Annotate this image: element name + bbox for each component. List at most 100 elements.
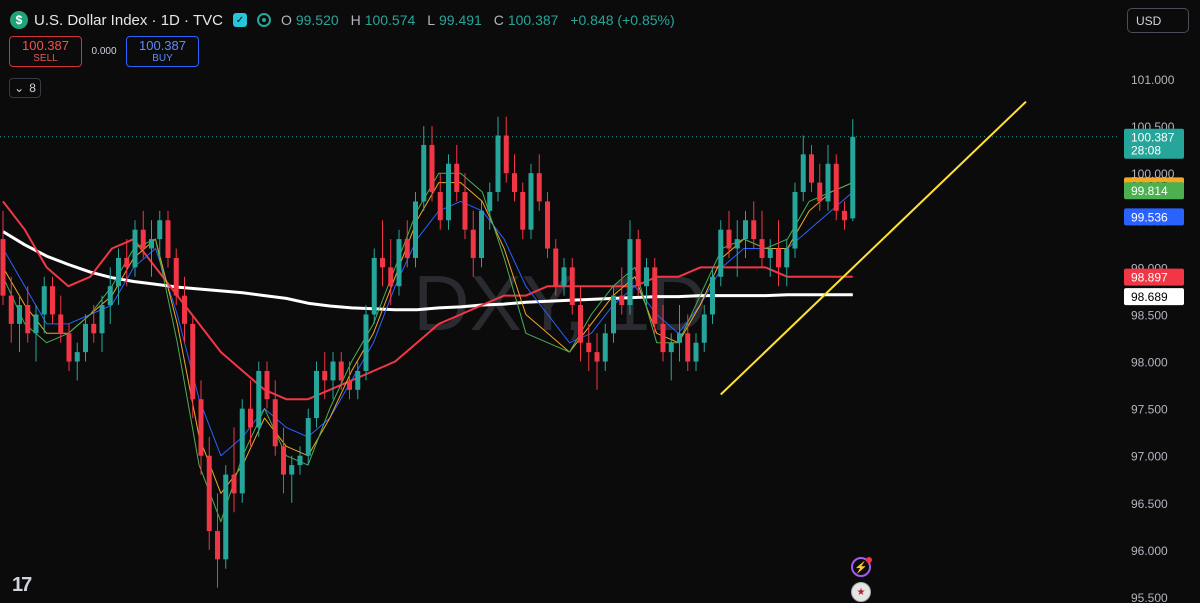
candle-body: [8, 295, 14, 324]
candle-body: [173, 257, 179, 296]
candle-body: [182, 295, 187, 324]
candle-body: [470, 229, 476, 258]
candle-body: [800, 154, 806, 193]
candle-body: [767, 248, 773, 258]
candle-body: [25, 305, 31, 334]
y-tick-label: 98.000: [1131, 356, 1168, 370]
candle-body: [578, 305, 583, 343]
candle-body: [619, 295, 625, 306]
candle-body: [644, 267, 649, 287]
candle-body: [701, 314, 707, 343]
candle-body: [91, 323, 97, 334]
low-value: 99.491: [438, 12, 482, 28]
candle-body: [74, 352, 80, 362]
candle-body: [710, 276, 715, 315]
candle-body: [751, 220, 757, 240]
price-label-value: 98.689: [1131, 290, 1168, 304]
candle-body: [33, 314, 39, 334]
spread-value: 0.000: [91, 46, 117, 57]
candle-body: [528, 173, 534, 230]
candle-body: [99, 305, 105, 334]
candle-body: [809, 154, 814, 183]
candle-body: [107, 286, 113, 306]
chevron-down-icon: ⌄: [14, 81, 25, 95]
sell-label: SELL: [33, 52, 58, 64]
candle-body: [322, 370, 328, 381]
candle-body: [817, 182, 823, 202]
candle-body: [289, 465, 295, 475]
price-label-countdown: 28:08: [1131, 144, 1161, 158]
candle-body: [17, 305, 22, 324]
candle-body: [594, 352, 600, 362]
candle-body: [264, 370, 270, 400]
chart-header: $ U.S. Dollar Index · 1D · TVC ✓ O 99.520…: [10, 9, 679, 31]
sell-button[interactable]: 100.387 SELL: [9, 36, 82, 67]
buy-label: BUY: [152, 52, 173, 64]
ohlc-readout: O 99.520 H 100.574 L 99.491 C 100.387 +0.848…: [280, 12, 675, 28]
candle-body: [833, 163, 839, 211]
candle-body: [726, 229, 732, 249]
candle-body: [58, 314, 64, 334]
candle-body: [116, 257, 121, 287]
y-tick-label: 96.000: [1131, 544, 1168, 558]
candle-body: [157, 220, 163, 240]
price-chart[interactable]: DXY, 1D101.000100.500100.00099.50099.000…: [0, 0, 1200, 603]
candle-body: [569, 267, 575, 306]
candle-body: [627, 239, 633, 306]
candle-body: [454, 163, 460, 193]
candle-body: [0, 239, 6, 296]
candle-body: [198, 399, 204, 456]
candle-body: [842, 210, 847, 221]
us-flag-icon[interactable]: ★: [851, 582, 871, 602]
sell-price: 100.387: [22, 37, 69, 53]
candle-body: [256, 370, 262, 428]
data-status-icon[interactable]: [256, 13, 271, 27]
candle-body: [776, 248, 781, 268]
candle-body: [759, 239, 765, 258]
candle-body: [652, 267, 658, 324]
tradingview-logo-icon[interactable]: 17: [12, 574, 32, 597]
currency-select[interactable]: USD: [1127, 8, 1189, 33]
symbol-title[interactable]: U.S. Dollar Index · 1D · TVC: [34, 12, 223, 29]
high-value: 100.574: [364, 12, 416, 28]
candle-body: [347, 380, 352, 390]
open-value: 99.520: [295, 12, 339, 28]
dollar-logo-icon: $: [10, 11, 28, 29]
candle-body: [281, 446, 286, 475]
candle-body: [404, 239, 410, 258]
candle-body: [693, 342, 699, 362]
candle-body: [248, 408, 253, 428]
candle-body: [413, 201, 418, 258]
candle-body: [487, 192, 493, 211]
candle-body: [380, 257, 385, 268]
close-value: 100.387: [507, 12, 559, 28]
candle-body: [446, 163, 451, 221]
candle-body: [792, 192, 798, 249]
candle-body: [553, 248, 559, 287]
candle-body: [784, 248, 790, 268]
candle-body: [41, 286, 47, 315]
candle-body: [215, 531, 220, 560]
candle-body: [132, 229, 138, 268]
candle-body: [825, 163, 831, 202]
indicators-toggle-button[interactable]: ⌄ 8: [9, 78, 41, 98]
y-tick-label: 97.000: [1131, 450, 1168, 464]
change-value: +0.848 (+0.85%): [570, 12, 675, 28]
candle-body: [206, 455, 212, 532]
candle-body: [338, 361, 344, 381]
candle-body: [635, 239, 641, 287]
price-label-value: 99.814: [1131, 184, 1168, 198]
candle-body: [272, 399, 278, 447]
candle-body: [685, 333, 691, 362]
candle-body: [165, 220, 171, 258]
candle-body: [479, 210, 484, 258]
candle-body: [495, 135, 501, 193]
buy-button[interactable]: 100.387 BUY: [126, 36, 199, 67]
candle-body: [668, 342, 674, 353]
candle-body: [297, 455, 303, 466]
candle-body: [429, 144, 435, 193]
candle-body: [421, 144, 427, 202]
market-status-icon[interactable]: ✓: [232, 13, 247, 27]
candle-body: [586, 342, 592, 353]
lightning-icon[interactable]: ⚡: [851, 557, 872, 577]
